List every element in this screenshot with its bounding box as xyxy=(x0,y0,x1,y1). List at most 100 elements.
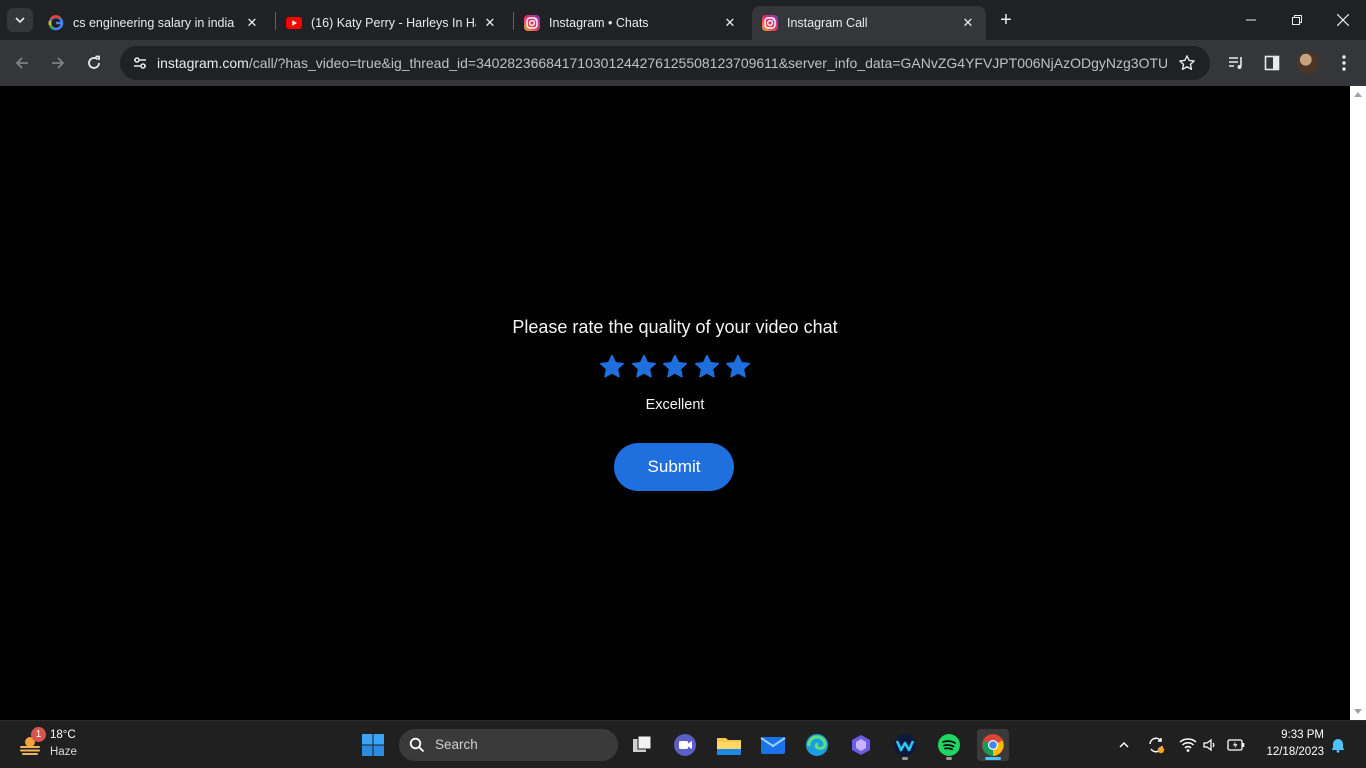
restore-button[interactable] xyxy=(1274,0,1320,40)
battery-charging-icon xyxy=(1227,739,1245,751)
restore-icon xyxy=(1292,15,1302,25)
chrome-icon xyxy=(982,734,1004,756)
network-button[interactable] xyxy=(1178,735,1198,755)
webex-icon xyxy=(894,734,916,756)
rating-label: Excellent xyxy=(645,397,705,413)
scroll-up-arrow[interactable] xyxy=(1354,92,1362,97)
active-indicator xyxy=(985,757,1001,760)
bookmark-button[interactable] xyxy=(1175,51,1199,75)
rating-prompt: Please rate the quality of your video ch… xyxy=(512,317,838,337)
star-icon[interactable] xyxy=(599,354,625,380)
clock-date: 12/18/2023 xyxy=(1266,746,1324,758)
arrow-left-icon xyxy=(15,57,28,69)
taskbar-search[interactable]: Search xyxy=(399,729,618,761)
running-indicator xyxy=(902,757,908,760)
tab-instagram-call[interactable]: Instagram Call ✕ xyxy=(752,6,986,40)
tab-strip: cs engineering salary in india - G ✕ (16… xyxy=(0,0,1366,40)
arrow-right-icon xyxy=(52,57,65,69)
star-icon[interactable] xyxy=(662,354,688,380)
start-button[interactable] xyxy=(357,729,389,761)
browser-menu-button[interactable] xyxy=(1331,50,1357,76)
chevron-down-icon xyxy=(15,17,25,24)
clock-time: 9:33 PM xyxy=(1281,729,1324,741)
chevron-up-icon xyxy=(1119,741,1129,748)
speaker-icon xyxy=(1203,738,1215,752)
reload-button[interactable] xyxy=(81,50,107,76)
call-rating-page: Please rate the quality of your video ch… xyxy=(0,86,1350,720)
tab-google-search[interactable]: cs engineering salary in india - G ✕ xyxy=(38,6,270,40)
weather-condition: Haze xyxy=(50,746,77,758)
mail-button[interactable] xyxy=(757,729,789,761)
star-outline-icon xyxy=(1179,55,1195,70)
star-icon[interactable] xyxy=(725,354,751,380)
close-tab-icon[interactable]: ✕ xyxy=(482,15,498,31)
tab-search-button[interactable] xyxy=(7,8,33,32)
spotify-icon xyxy=(938,734,960,756)
notifications-button[interactable] xyxy=(1328,735,1348,755)
edge-button[interactable] xyxy=(801,729,833,761)
tab-title: Instagram • Chats xyxy=(549,16,649,30)
close-icon xyxy=(1337,14,1349,26)
instagram-icon xyxy=(762,15,778,31)
url-text[interactable]: instagram.com/call/?has_video=true&ig_th… xyxy=(157,55,1167,71)
search-icon xyxy=(409,737,425,753)
zoom-button[interactable] xyxy=(669,729,701,761)
tab-title: Instagram Call xyxy=(787,16,868,30)
edge-icon xyxy=(806,734,828,756)
address-bar[interactable]: instagram.com/call/?has_video=true&ig_th… xyxy=(120,46,1210,80)
tab-instagram-chats[interactable]: Instagram • Chats ✕ xyxy=(514,6,748,40)
close-window-button[interactable] xyxy=(1320,0,1366,40)
show-hidden-icons-button[interactable] xyxy=(1114,735,1134,755)
volume-button[interactable] xyxy=(1200,735,1220,755)
star-icon[interactable] xyxy=(631,354,657,380)
chrome-button[interactable] xyxy=(977,729,1009,761)
tab-youtube[interactable]: (16) Katy Perry - Harleys In Haw ✕ xyxy=(276,6,508,40)
more-vert-icon xyxy=(1342,55,1346,71)
notification-badge: 1 xyxy=(31,727,46,742)
copilot-icon xyxy=(852,735,870,755)
side-panel-icon xyxy=(1264,55,1280,71)
page-scrollbar[interactable] xyxy=(1350,86,1366,720)
spotify-button[interactable] xyxy=(933,729,965,761)
tab-title: cs engineering salary in india - G xyxy=(73,16,238,30)
submit-button[interactable]: Submit xyxy=(614,443,734,491)
google-icon xyxy=(48,15,64,31)
task-view-button[interactable] xyxy=(626,729,658,761)
media-control-button[interactable] xyxy=(1223,50,1249,76)
minimize-button[interactable] xyxy=(1228,0,1274,40)
webex-button[interactable] xyxy=(889,729,921,761)
close-tab-icon[interactable]: ✕ xyxy=(722,15,738,31)
video-chat-icon xyxy=(674,734,696,756)
browser-toolbar: instagram.com/call/?has_video=true&ig_th… xyxy=(0,40,1366,86)
close-tab-icon[interactable]: ✕ xyxy=(960,15,976,31)
new-tab-button[interactable]: + xyxy=(996,10,1016,30)
file-explorer-button[interactable] xyxy=(713,729,745,761)
side-panel-button[interactable] xyxy=(1259,50,1285,76)
wifi-icon xyxy=(1179,738,1197,752)
battery-button[interactable] xyxy=(1226,735,1246,755)
tab-title: (16) Katy Perry - Harleys In Haw xyxy=(311,16,476,30)
windows-icon xyxy=(362,734,384,756)
bell-icon xyxy=(1332,739,1344,753)
folder-icon xyxy=(717,738,741,755)
site-info-button[interactable] xyxy=(128,51,152,75)
forward-button[interactable] xyxy=(45,50,71,76)
url-path: /call/?has_video=true&ig_thread_id=34028… xyxy=(248,55,1167,71)
close-tab-icon[interactable]: ✕ xyxy=(244,15,260,31)
back-button[interactable] xyxy=(9,50,35,76)
task-view-icon xyxy=(633,735,652,752)
mail-icon xyxy=(760,737,786,754)
url-domain: instagram.com xyxy=(157,55,249,71)
instagram-icon xyxy=(524,15,540,31)
scroll-down-arrow[interactable] xyxy=(1354,709,1362,714)
sync-tray-button[interactable] xyxy=(1146,735,1166,755)
minimize-icon xyxy=(1246,19,1256,21)
copilot-button[interactable] xyxy=(845,729,877,761)
tune-icon xyxy=(134,57,146,69)
weather-temperature: 18°C xyxy=(50,729,76,741)
reload-icon xyxy=(88,55,100,69)
profile-avatar[interactable] xyxy=(1297,52,1319,74)
search-placeholder: Search xyxy=(435,737,478,752)
star-rating[interactable] xyxy=(599,354,751,382)
star-icon[interactable] xyxy=(694,354,720,380)
